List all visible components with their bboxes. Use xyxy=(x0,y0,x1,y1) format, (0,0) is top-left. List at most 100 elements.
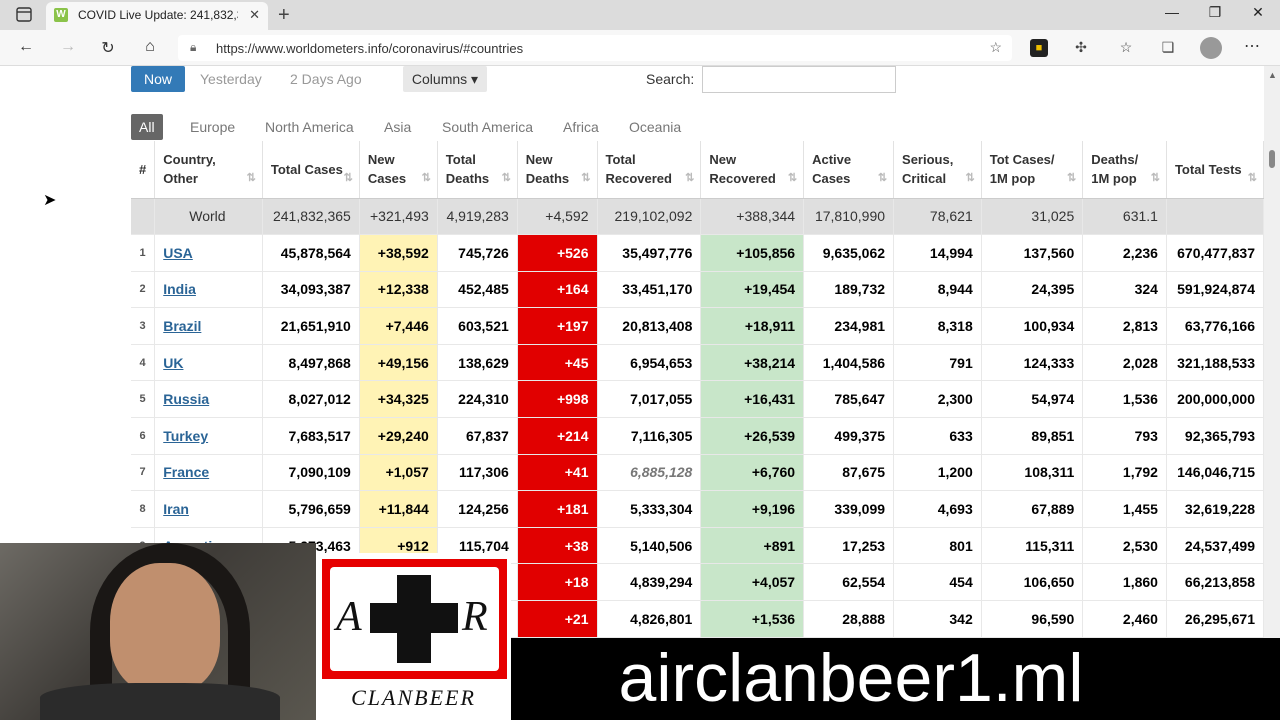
sort-icon[interactable]: ⇅ xyxy=(581,169,590,188)
region-tab-north-america[interactable]: North America xyxy=(265,114,354,140)
restore-icon[interactable]: ❐ xyxy=(1205,4,1225,21)
banner-text: airclanbeer1.ml xyxy=(618,640,1084,716)
country-link[interactable]: India xyxy=(163,281,196,297)
table-cell: +41 xyxy=(517,454,598,492)
table-cell: 6,885,128 xyxy=(597,454,702,492)
scroll-up-icon[interactable]: ▲ xyxy=(1268,70,1277,80)
column-header[interactable]: New Recovered ⇅ xyxy=(700,141,805,199)
url-bar[interactable]: 🔒︎ https://www.worldometers.info/coronav… xyxy=(178,35,1012,61)
sort-icon[interactable]: ⇅ xyxy=(502,169,511,188)
refresh-icon[interactable]: ↻ xyxy=(96,38,120,58)
table-cell: 785,647 xyxy=(803,380,895,419)
table-cell: 6,954,653 xyxy=(597,344,702,382)
sort-icon[interactable]: ⇅ xyxy=(788,169,797,188)
favorites-icon[interactable]: ☆ xyxy=(1117,39,1135,57)
mouse-cursor-icon: ➤ xyxy=(43,192,57,209)
table-row: 8 Iran 5,796,659 +11,844 124,256 +181 5,333,30… xyxy=(131,490,1264,528)
sort-icon[interactable]: ⇅ xyxy=(685,169,694,188)
region-tab-south-america[interactable]: South America xyxy=(442,114,533,140)
column-header[interactable]: Serious, Critical ⇅ xyxy=(893,141,982,199)
column-header[interactable]: Total Recovered ⇅ xyxy=(597,141,702,199)
column-header[interactable]: Total Tests ⇅ xyxy=(1166,141,1264,199)
table-cell: 1,860 xyxy=(1082,563,1167,602)
logo-text: CLANBEER xyxy=(351,685,476,710)
sort-icon[interactable]: ⇅ xyxy=(344,169,353,188)
column-header[interactable]: Active Cases ⇅ xyxy=(803,141,895,199)
now-button[interactable]: Now xyxy=(131,66,185,92)
columns-dropdown[interactable]: Columns ▾ xyxy=(403,66,487,92)
settings-menu-icon[interactable]: ⋯ xyxy=(1244,36,1260,56)
browser-tab[interactable]: W COVID Live Update: 241,832,365 Cases a… xyxy=(46,2,268,30)
table-cell: +38,592 xyxy=(359,234,438,272)
table-cell: 5,796,659 xyxy=(262,490,360,528)
sort-icon[interactable]: ⇅ xyxy=(878,169,887,188)
table-cell: +16,431 xyxy=(700,380,805,419)
column-header[interactable]: Deaths/ 1M pop ⇅ xyxy=(1082,141,1167,199)
region-tab-europe[interactable]: Europe xyxy=(190,114,235,140)
sort-icon[interactable]: ⇅ xyxy=(1248,169,1257,188)
table-cell: UK xyxy=(154,344,263,382)
sort-icon[interactable]: ⇅ xyxy=(1151,169,1160,188)
two-days-ago-button[interactable]: 2 Days Ago xyxy=(290,66,362,92)
table-cell: 89,851 xyxy=(981,417,1084,455)
add-favorite-icon[interactable]: ☆ xyxy=(989,39,1002,56)
column-header[interactable]: Country, Other ⇅ xyxy=(154,141,263,199)
yesterday-button[interactable]: Yesterday xyxy=(200,66,262,92)
table-cell: 603,521 xyxy=(437,307,518,345)
country-link[interactable]: Brazil xyxy=(163,318,201,334)
table-cell: 54,974 xyxy=(981,380,1084,419)
home-icon[interactable]: ⌂ xyxy=(138,38,162,56)
person-shirt xyxy=(40,683,280,720)
sort-icon[interactable]: ⇅ xyxy=(1067,169,1076,188)
tab-actions-icon[interactable] xyxy=(8,6,36,24)
webcam-overlay xyxy=(0,543,316,720)
scrollbar-thumb[interactable] xyxy=(1269,150,1275,168)
extensions-puzzle-icon[interactable]: ✣ xyxy=(1072,39,1090,57)
extension-icon[interactable]: ■ xyxy=(1030,39,1048,57)
table-cell: +45 xyxy=(517,344,598,382)
country-link[interactable]: USA xyxy=(163,245,193,261)
table-cell: 17,810,990 xyxy=(803,198,895,236)
minimize-icon[interactable]: — xyxy=(1162,4,1182,20)
table-cell: +21 xyxy=(517,600,598,638)
table-cell: +4,057 xyxy=(700,563,805,602)
close-tab-icon[interactable]: ✕ xyxy=(249,7,260,23)
column-header[interactable]: New Deaths ⇅ xyxy=(517,141,598,199)
table-cell: 791 xyxy=(893,344,982,382)
column-header[interactable]: Tot Cases/ 1M pop ⇅ xyxy=(981,141,1084,199)
table-cell: 7,116,305 xyxy=(597,417,702,455)
sort-icon[interactable]: ⇅ xyxy=(422,169,431,188)
region-tab-africa[interactable]: Africa xyxy=(563,114,599,140)
country-link[interactable]: UK xyxy=(163,355,183,371)
table-cell: 67,889 xyxy=(981,490,1084,528)
country-link[interactable]: Iran xyxy=(163,501,189,517)
table-cell: +11,844 xyxy=(359,490,438,528)
column-header[interactable]: Total Deaths ⇅ xyxy=(437,141,518,199)
column-header[interactable]: # xyxy=(131,141,156,199)
sort-icon[interactable]: ⇅ xyxy=(966,169,975,188)
country-link[interactable]: Turkey xyxy=(163,428,208,444)
table-cell: 92,365,793 xyxy=(1166,417,1264,455)
table-cell: +164 xyxy=(517,271,598,309)
page-scrollbar[interactable]: ▲ xyxy=(1264,66,1280,720)
forward-icon[interactable]: → xyxy=(56,38,80,56)
region-tab-oceania[interactable]: Oceania xyxy=(629,114,681,140)
table-cell: +197 xyxy=(517,307,598,345)
new-tab-icon[interactable]: + xyxy=(278,4,290,27)
collections-icon[interactable]: ❏ xyxy=(1159,39,1177,57)
close-window-icon[interactable]: ✕ xyxy=(1248,4,1268,21)
table-cell: +6,760 xyxy=(700,454,805,492)
back-icon[interactable]: ← xyxy=(14,38,38,56)
column-header[interactable]: New Cases ⇅ xyxy=(359,141,438,199)
country-link[interactable]: Russia xyxy=(163,391,209,407)
column-header[interactable]: Total Cases ⇅ xyxy=(262,141,360,199)
sort-icon[interactable]: ⇅ xyxy=(247,169,256,188)
region-tab-all[interactable]: All xyxy=(131,114,163,140)
table-cell: Iran xyxy=(154,490,263,528)
table-cell: +321,493 xyxy=(359,198,438,236)
country-link[interactable]: France xyxy=(163,464,209,480)
profile-avatar[interactable] xyxy=(1200,37,1222,59)
region-tab-asia[interactable]: Asia xyxy=(384,114,411,140)
search-input[interactable] xyxy=(702,66,896,93)
table-cell: +38 xyxy=(517,527,598,565)
